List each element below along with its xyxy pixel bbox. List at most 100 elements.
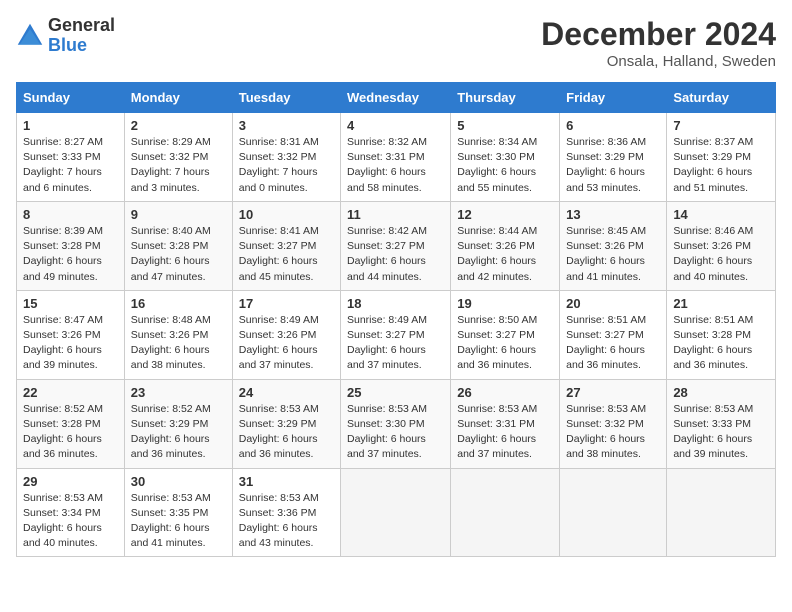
page-header: General Blue December 2024 Onsala, Halla… — [16, 16, 776, 70]
logo: General Blue — [16, 16, 115, 56]
calendar-cell: 5 Sunrise: 8:34 AMSunset: 3:30 PMDaylight… — [451, 113, 560, 202]
day-number: 19 — [457, 296, 553, 311]
logo-general-text: General — [48, 16, 115, 36]
calendar-header-thursday: Thursday — [451, 83, 560, 113]
calendar-cell: 30 Sunrise: 8:53 AMSunset: 3:35 PMDayligh… — [124, 468, 232, 557]
day-info: Sunrise: 8:29 AMSunset: 3:32 PMDaylight:… — [131, 135, 226, 196]
logo-text: General Blue — [48, 16, 115, 56]
logo-blue-text: Blue — [48, 36, 115, 56]
calendar-table: SundayMondayTuesdayWednesdayThursdayFrid… — [16, 82, 776, 557]
day-info: Sunrise: 8:40 AMSunset: 3:28 PMDaylight:… — [131, 224, 226, 285]
calendar-cell: 26Sunrise: 8:53 AMSunset: 3:31 PMDayligh… — [451, 379, 560, 468]
calendar-header-row: SundayMondayTuesdayWednesdayThursdayFrid… — [17, 83, 776, 113]
calendar-week-5: 29 Sunrise: 8:53 AMSunset: 3:34 PMDayligh… — [17, 468, 776, 557]
calendar-cell: 11 Sunrise: 8:42 AMSunset: 3:27 PMDayligh… — [341, 201, 451, 290]
calendar-cell: 25 Sunrise: 8:53 AMSunset: 3:30 PMDayligh… — [341, 379, 451, 468]
day-number: 20 — [566, 296, 660, 311]
calendar-week-3: 15 Sunrise: 8:47 AMSunset: 3:26 PMDayligh… — [17, 290, 776, 379]
day-number: 7 — [673, 118, 769, 133]
day-info: Sunrise: 8:39 AMSunset: 3:28 PMDaylight:… — [23, 224, 118, 285]
day-info: Sunrise: 8:51 AMSunset: 3:28 PMDaylight:… — [673, 313, 769, 374]
day-info: Sunrise: 8:53 AMSunset: 3:34 PMDaylight:… — [23, 491, 118, 552]
calendar-cell: 2Sunrise: 8:29 AMSunset: 3:32 PMDaylight… — [124, 113, 232, 202]
day-number: 6 — [566, 118, 660, 133]
day-info: Sunrise: 8:42 AMSunset: 3:27 PMDaylight:… — [347, 224, 444, 285]
day-number: 12 — [457, 207, 553, 222]
day-number: 1 — [23, 118, 118, 133]
calendar-cell: 9 Sunrise: 8:40 AMSunset: 3:28 PMDaylight… — [124, 201, 232, 290]
calendar-cell: 21 Sunrise: 8:51 AMSunset: 3:28 PMDayligh… — [667, 290, 776, 379]
day-number: 10 — [239, 207, 334, 222]
calendar-week-2: 8 Sunrise: 8:39 AMSunset: 3:28 PMDaylight… — [17, 201, 776, 290]
title-block: December 2024 Onsala, Halland, Sweden — [541, 16, 776, 70]
day-info: Sunrise: 8:34 AMSunset: 3:30 PMDaylight:… — [457, 135, 553, 196]
day-info: Sunrise: 8:49 AMSunset: 3:27 PMDaylight:… — [347, 313, 444, 374]
day-info: Sunrise: 8:32 AMSunset: 3:31 PMDaylight:… — [347, 135, 444, 196]
calendar-header-tuesday: Tuesday — [232, 83, 340, 113]
calendar-cell: 12 Sunrise: 8:44 AMSunset: 3:26 PMDayligh… — [451, 201, 560, 290]
calendar-cell: 27Sunrise: 8:53 AMSunset: 3:32 PMDayligh… — [560, 379, 667, 468]
calendar-cell: 18 Sunrise: 8:49 AMSunset: 3:27 PMDayligh… — [341, 290, 451, 379]
day-number: 8 — [23, 207, 118, 222]
calendar-cell — [451, 468, 560, 557]
day-info: Sunrise: 8:52 AMSunset: 3:29 PMDaylight:… — [131, 402, 226, 463]
day-info: Sunrise: 8:53 AMSunset: 3:35 PMDaylight:… — [131, 491, 226, 552]
calendar-cell: 4 Sunrise: 8:32 AMSunset: 3:31 PMDaylight… — [341, 113, 451, 202]
calendar-cell: 14Sunrise: 8:46 AMSunset: 3:26 PMDayligh… — [667, 201, 776, 290]
day-number: 15 — [23, 296, 118, 311]
calendar-cell: 10 Sunrise: 8:41 AMSunset: 3:27 PMDayligh… — [232, 201, 340, 290]
day-number: 23 — [131, 385, 226, 400]
day-info: Sunrise: 8:31 AMSunset: 3:32 PMDaylight:… — [239, 135, 334, 196]
day-info: Sunrise: 8:53 AMSunset: 3:33 PMDaylight:… — [673, 402, 769, 463]
day-info: Sunrise: 8:41 AMSunset: 3:27 PMDaylight:… — [239, 224, 334, 285]
day-info: Sunrise: 8:53 AMSunset: 3:32 PMDaylight:… — [566, 402, 660, 463]
calendar-cell: 8 Sunrise: 8:39 AMSunset: 3:28 PMDaylight… — [17, 201, 125, 290]
calendar-cell: 19 Sunrise: 8:50 AMSunset: 3:27 PMDayligh… — [451, 290, 560, 379]
day-info: Sunrise: 8:36 AMSunset: 3:29 PMDaylight:… — [566, 135, 660, 196]
calendar-cell: 28 Sunrise: 8:53 AMSunset: 3:33 PMDayligh… — [667, 379, 776, 468]
day-number: 21 — [673, 296, 769, 311]
day-number: 29 — [23, 474, 118, 489]
calendar-cell: 23 Sunrise: 8:52 AMSunset: 3:29 PMDayligh… — [124, 379, 232, 468]
day-info: Sunrise: 8:51 AMSunset: 3:27 PMDaylight:… — [566, 313, 660, 374]
calendar-cell: 22Sunrise: 8:52 AMSunset: 3:28 PMDayligh… — [17, 379, 125, 468]
calendar-header-monday: Monday — [124, 83, 232, 113]
day-number: 28 — [673, 385, 769, 400]
day-number: 5 — [457, 118, 553, 133]
calendar-cell: 15 Sunrise: 8:47 AMSunset: 3:26 PMDayligh… — [17, 290, 125, 379]
calendar-cell: 6 Sunrise: 8:36 AMSunset: 3:29 PMDaylight… — [560, 113, 667, 202]
day-number: 18 — [347, 296, 444, 311]
calendar-cell: 17 Sunrise: 8:49 AMSunset: 3:26 PMDayligh… — [232, 290, 340, 379]
day-number: 4 — [347, 118, 444, 133]
day-number: 30 — [131, 474, 226, 489]
calendar-header-saturday: Saturday — [667, 83, 776, 113]
day-info: Sunrise: 8:47 AMSunset: 3:26 PMDaylight:… — [23, 313, 118, 374]
day-number: 22 — [23, 385, 118, 400]
day-info: Sunrise: 8:37 AMSunset: 3:29 PMDaylight:… — [673, 135, 769, 196]
day-info: Sunrise: 8:27 AMSunset: 3:33 PMDaylight:… — [23, 135, 118, 196]
day-number: 9 — [131, 207, 226, 222]
day-info: Sunrise: 8:44 AMSunset: 3:26 PMDaylight:… — [457, 224, 553, 285]
month-title: December 2024 — [541, 16, 776, 53]
day-number: 13 — [566, 207, 660, 222]
day-info: Sunrise: 8:53 AMSunset: 3:30 PMDaylight:… — [347, 402, 444, 463]
day-info: Sunrise: 8:49 AMSunset: 3:26 PMDaylight:… — [239, 313, 334, 374]
day-number: 11 — [347, 207, 444, 222]
calendar-cell: 16 Sunrise: 8:48 AMSunset: 3:26 PMDayligh… — [124, 290, 232, 379]
day-number: 16 — [131, 296, 226, 311]
day-number: 17 — [239, 296, 334, 311]
day-info: Sunrise: 8:50 AMSunset: 3:27 PMDaylight:… — [457, 313, 553, 374]
calendar-cell: 3Sunrise: 8:31 AMSunset: 3:32 PMDaylight… — [232, 113, 340, 202]
location: Onsala, Halland, Sweden — [541, 53, 776, 70]
calendar-week-1: 1 Sunrise: 8:27 AMSunset: 3:33 PMDaylight… — [17, 113, 776, 202]
calendar-cell: 1 Sunrise: 8:27 AMSunset: 3:33 PMDaylight… — [17, 113, 125, 202]
calendar-cell — [341, 468, 451, 557]
day-info: Sunrise: 8:53 AMSunset: 3:29 PMDaylight:… — [239, 402, 334, 463]
day-number: 26 — [457, 385, 553, 400]
calendar-cell: 20 Sunrise: 8:51 AMSunset: 3:27 PMDayligh… — [560, 290, 667, 379]
day-number: 25 — [347, 385, 444, 400]
calendar-cell: 7 Sunrise: 8:37 AMSunset: 3:29 PMDaylight… — [667, 113, 776, 202]
day-info: Sunrise: 8:45 AMSunset: 3:26 PMDaylight:… — [566, 224, 660, 285]
day-info: Sunrise: 8:48 AMSunset: 3:26 PMDaylight:… — [131, 313, 226, 374]
calendar-cell: 24Sunrise: 8:53 AMSunset: 3:29 PMDayligh… — [232, 379, 340, 468]
